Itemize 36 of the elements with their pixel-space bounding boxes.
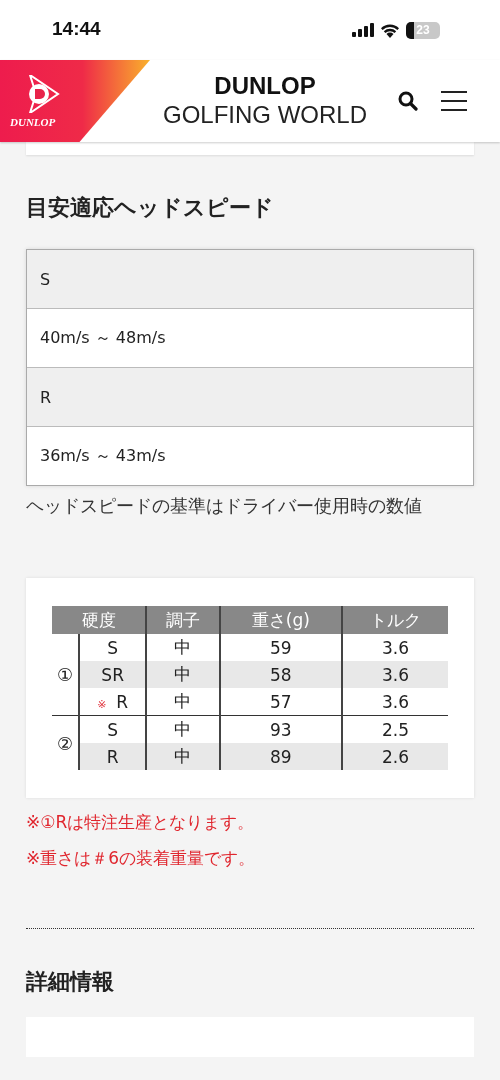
note-text: ヘッドスピードの基準はドライバー使用時の数値 [26,494,423,518]
table-cell: 2.6 [342,743,448,770]
menu-icon[interactable] [440,90,468,112]
table-cell: 3.6 [342,661,448,688]
search-icon[interactable] [398,91,418,111]
note-text: ※重さは＃6の装着重量です。 [26,847,257,870]
table-cell: 中 [146,661,220,688]
column-header: 重さ(g) [219,606,342,634]
group-label: ① [52,634,79,716]
logo-emblem-icon [26,74,60,113]
clock-time: 14:44 [52,18,101,40]
note-mark: ※ [97,697,107,711]
table-cell: 中 [146,688,220,716]
table-cell: 89 [219,743,342,770]
site-title: DUNLOP [214,72,316,100]
logo-text: DUNLOP [10,115,56,128]
table-cell: 58 [219,661,342,688]
note-text: ※①Rは特注生産となります。 [26,811,256,834]
table-cell-text: R [116,691,129,712]
table-cell: 中 [146,743,220,770]
column-header: 調子 [146,606,220,634]
column-header: トルク [342,606,448,634]
table-cell: R [27,368,473,427]
table-cell: R [79,743,147,770]
signal-icon [352,23,374,37]
wifi-icon [380,22,400,38]
brand-logo[interactable]: DUNLOP [0,60,150,142]
section-heading: 目安適応ヘッドスピード [26,194,275,222]
table-cell: SR [79,661,147,688]
column-header: 硬度 [52,606,147,634]
table-cell: 3.6 [342,688,448,716]
table-cell-text: 36m/s ～ 43m/s [39,444,167,467]
section-heading: 詳細情報 [26,968,115,996]
table-cell: S [27,250,473,309]
table-cell: 57 [219,688,342,716]
site-subtitle: GOLFING WORLD [163,100,367,130]
